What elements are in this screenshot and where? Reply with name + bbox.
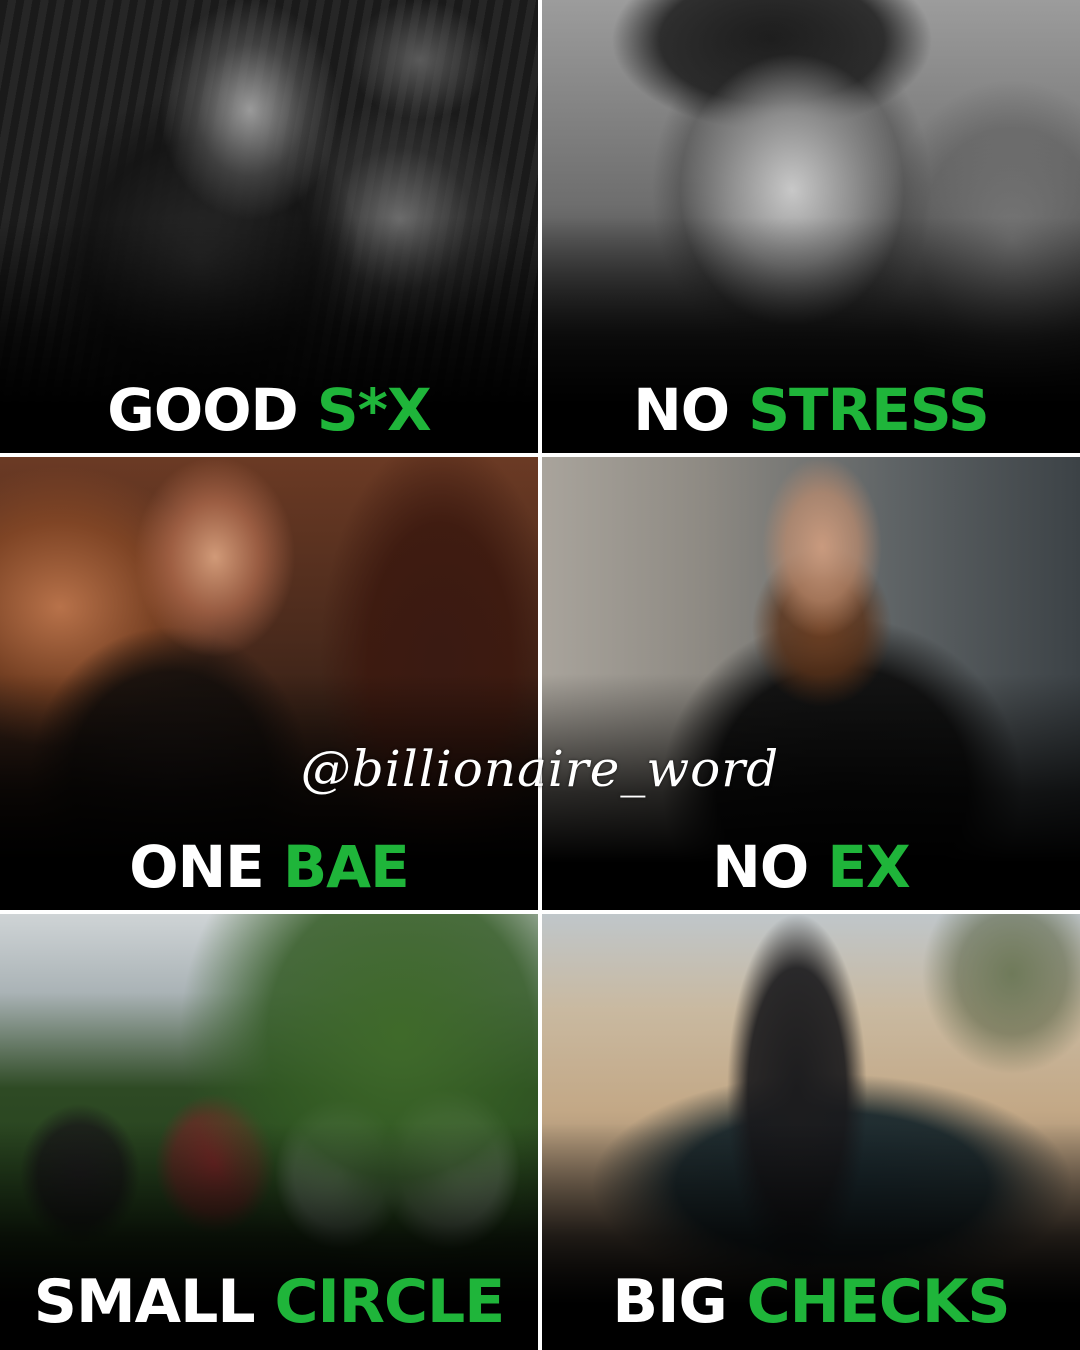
caption-word-green: EX xyxy=(827,833,910,901)
caption-word-white: NO xyxy=(633,376,730,444)
caption-no-ex: NO EX xyxy=(542,838,1080,896)
caption-word-white: BIG xyxy=(612,1267,727,1337)
caption-word-white: ONE xyxy=(129,833,264,901)
caption-word-green: STRESS xyxy=(748,376,990,444)
caption-one-bae: ONE BAE xyxy=(0,838,538,896)
caption-word-green: CIRCLE xyxy=(274,1267,505,1337)
caption-word-white: SMALL xyxy=(33,1267,256,1337)
caption-word-green: BAE xyxy=(282,833,410,901)
caption-word-green: S*X xyxy=(316,376,432,444)
meme-grid: GOOD S*X NO STRESS ONE BAE NO EX SMALL C… xyxy=(0,0,1080,1350)
tile-no-stress: NO STRESS xyxy=(542,0,1080,453)
caption-word-white: GOOD xyxy=(107,376,298,444)
caption-word-green: CHECKS xyxy=(746,1267,1011,1337)
tile-no-ex: NO EX xyxy=(542,457,1080,910)
watermark-handle: @billionaire_word xyxy=(300,740,780,798)
caption-no-stress: NO STRESS xyxy=(542,381,1080,439)
caption-good-sx: GOOD S*X xyxy=(0,381,538,439)
tile-one-bae: ONE BAE xyxy=(0,457,538,910)
tile-big-checks: BIG CHECKS xyxy=(542,914,1080,1350)
caption-word-white: NO xyxy=(712,833,809,901)
tile-small-circle: SMALL CIRCLE xyxy=(0,914,538,1350)
caption-small-circle: SMALL CIRCLE xyxy=(0,1272,538,1332)
caption-big-checks: BIG CHECKS xyxy=(542,1272,1080,1332)
tile-good-sx: GOOD S*X xyxy=(0,0,538,453)
